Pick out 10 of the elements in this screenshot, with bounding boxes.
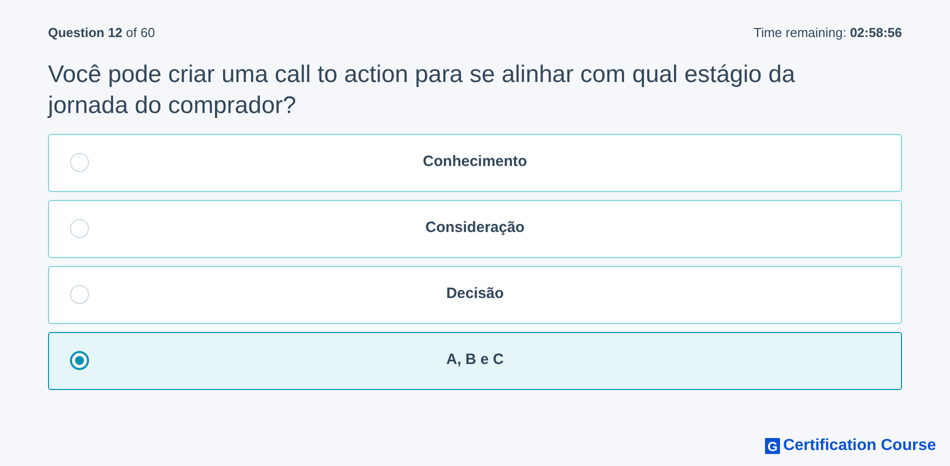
question-counter: Question 12 of 60 [48,24,155,42]
answer-option[interactable]: A, B e C [48,332,902,390]
logo-icon: G [765,438,780,454]
answer-option[interactable]: Conhecimento [48,134,902,192]
answer-option[interactable]: Consideração [48,200,902,258]
brand-name: Certification Course [783,436,936,456]
time-remaining: Time remaining: 02:58:56 [754,24,902,42]
answer-option[interactable]: Decisão [48,266,902,324]
radio-button[interactable] [70,351,89,370]
question-text: Você pode criar uma call to action para se alinhar com qual estágio da jornada do comprador? [48,60,796,120]
